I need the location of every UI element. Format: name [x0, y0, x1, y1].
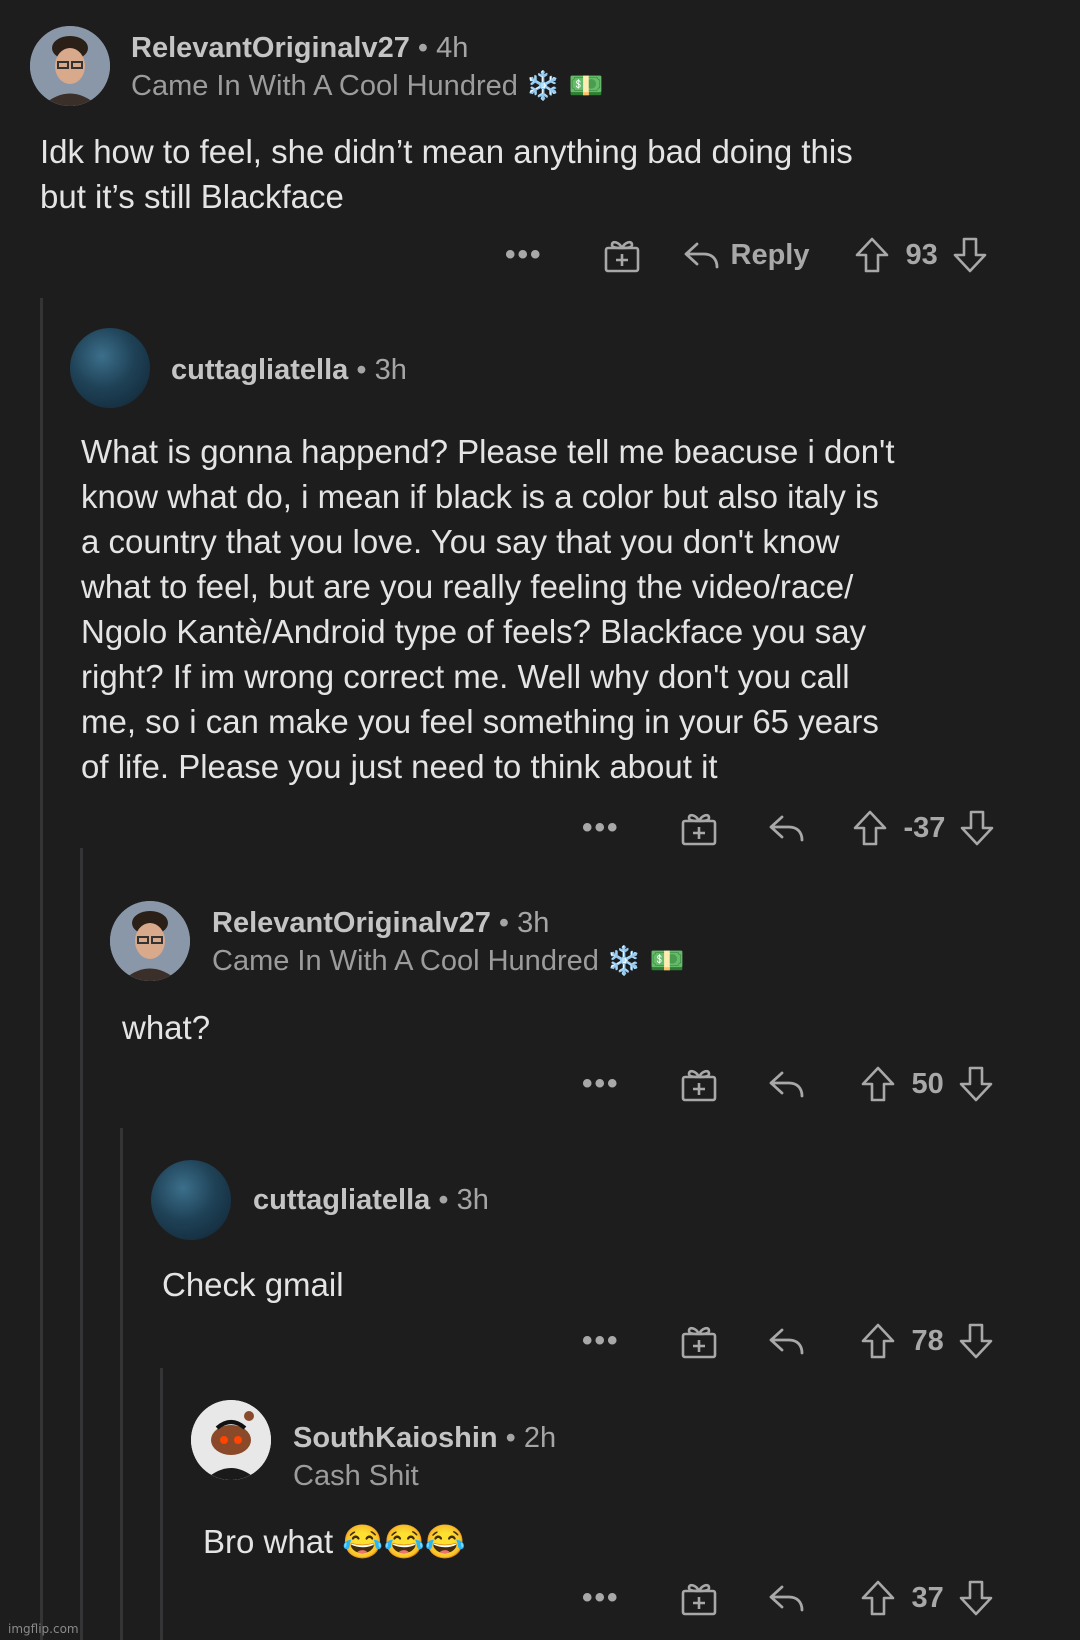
- username[interactable]: RelevantOriginalv27: [212, 907, 491, 939]
- award-icon: [681, 1069, 716, 1102]
- more-options-button[interactable]: •••: [582, 1324, 620, 1358]
- reply-button[interactable]: [768, 813, 806, 843]
- separator: •: [498, 907, 510, 939]
- comment-actions: ••• 37: [582, 1573, 994, 1623]
- comment-actions: ••• 50: [582, 1059, 994, 1109]
- more-options-button[interactable]: •••: [582, 1581, 620, 1615]
- reply-label: Reply: [730, 238, 810, 271]
- downvote-button[interactable]: [959, 809, 995, 847]
- reply-icon: [684, 242, 718, 269]
- vote-score: 37: [911, 1581, 944, 1614]
- username[interactable]: cuttagliatella: [253, 1184, 430, 1216]
- more-options-button[interactable]: •••: [582, 811, 620, 845]
- flair-text: Came In With A Cool Hundred: [212, 945, 599, 977]
- thread-line[interactable]: [40, 298, 43, 1640]
- thread-line[interactable]: [120, 1128, 123, 1640]
- award-icon: [681, 1326, 716, 1359]
- downvote-icon: [953, 237, 987, 273]
- upvote-button[interactable]: [854, 236, 890, 274]
- downvote-button[interactable]: [952, 236, 988, 274]
- upvote-button[interactable]: [852, 809, 888, 847]
- downvote-button[interactable]: [958, 1579, 994, 1617]
- comment-header: cuttagliatella • 3h: [253, 1184, 489, 1217]
- timestamp: 2h: [523, 1422, 557, 1454]
- reply-button[interactable]: [768, 1326, 806, 1356]
- comment-body: Check gmail: [162, 1266, 344, 1303]
- separator: •: [438, 1184, 449, 1216]
- user-flair: Cash Shit: [293, 1460, 419, 1493]
- separator: •: [505, 1422, 516, 1454]
- reply-icon: [769, 815, 803, 842]
- flair-text: Cash Shit: [293, 1460, 419, 1492]
- vote-score: 78: [911, 1324, 944, 1357]
- user-avatar[interactable]: [151, 1160, 231, 1240]
- user-avatar[interactable]: [30, 26, 110, 106]
- reply-button[interactable]: [768, 1069, 806, 1099]
- upvote-button[interactable]: [860, 1579, 896, 1617]
- award-button[interactable]: [603, 236, 641, 274]
- separator: •: [417, 32, 429, 64]
- flair-emojis: ❄️ 💵: [606, 945, 685, 976]
- upvote-icon: [861, 1323, 894, 1359]
- downvote-icon: [959, 1066, 993, 1102]
- comment-header: cuttagliatella • 3h: [171, 354, 407, 387]
- user-flair: Came In With A Cool Hundred ❄️ 💵: [212, 944, 684, 978]
- thread-line[interactable]: [80, 848, 83, 1640]
- timestamp: 3h: [456, 1184, 489, 1216]
- vote-score: -37: [903, 811, 946, 844]
- award-button[interactable]: [680, 809, 718, 847]
- timestamp: 3h: [517, 907, 550, 939]
- award-icon: [681, 1583, 716, 1616]
- upvote-icon: [853, 810, 886, 846]
- comment-actions: ••• -37: [582, 803, 995, 853]
- vote-score: 93: [905, 238, 938, 271]
- reply-button[interactable]: Reply: [683, 239, 810, 272]
- more-options-button[interactable]: •••: [505, 238, 543, 272]
- upvote-icon: [861, 1580, 894, 1616]
- upvote-button[interactable]: [860, 1322, 896, 1360]
- award-button[interactable]: [680, 1579, 718, 1617]
- comment-body: what?: [122, 1009, 211, 1046]
- user-flair: Came In With A Cool Hundred ❄️ 💵: [131, 69, 603, 103]
- comment-header: RelevantOriginalv27 • 3h: [212, 907, 549, 940]
- comment-body: Bro what 😂😂😂: [203, 1523, 466, 1560]
- comment-body: Idk how to feel, she didn’t mean anythin…: [40, 133, 853, 215]
- username[interactable]: SouthKaioshin: [293, 1422, 498, 1454]
- flair-text: Came In With A Cool Hundred: [131, 70, 518, 102]
- downvote-button[interactable]: [958, 1322, 994, 1360]
- reply-icon: [769, 1071, 803, 1098]
- upvote-button[interactable]: [860, 1065, 896, 1103]
- comment-actions: ••• Reply 93: [505, 230, 988, 280]
- separator: •: [356, 354, 367, 386]
- timestamp: 4h: [436, 32, 469, 64]
- user-avatar[interactable]: [191, 1400, 271, 1480]
- reply-icon: [769, 1328, 803, 1355]
- downvote-icon: [959, 1580, 993, 1616]
- timestamp: 3h: [374, 354, 407, 386]
- more-options-button[interactable]: •••: [582, 1067, 620, 1101]
- comment-body: What is gonna happend? Please tell me be…: [81, 433, 895, 785]
- award-icon: [681, 813, 716, 846]
- award-icon: [604, 240, 639, 273]
- watermark: imgflip.com: [8, 1622, 79, 1636]
- upvote-icon: [855, 237, 888, 273]
- reply-button[interactable]: [768, 1583, 806, 1613]
- comment-header: RelevantOriginalv27 • 4h: [131, 32, 468, 65]
- comment-header: SouthKaioshin • 2h: [293, 1422, 556, 1455]
- vote-score: 50: [911, 1067, 944, 1100]
- reply-icon: [769, 1585, 803, 1612]
- username[interactable]: cuttagliatella: [171, 354, 348, 386]
- upvote-icon: [861, 1066, 894, 1102]
- username[interactable]: RelevantOriginalv27: [131, 32, 410, 64]
- downvote-button[interactable]: [958, 1065, 994, 1103]
- thread-line[interactable]: [160, 1368, 163, 1640]
- award-button[interactable]: [680, 1065, 718, 1103]
- comment-actions: ••• 78: [582, 1316, 994, 1366]
- downvote-icon: [961, 810, 994, 846]
- user-avatar[interactable]: [110, 901, 190, 981]
- user-avatar[interactable]: [70, 328, 150, 408]
- flair-emojis: ❄️ 💵: [525, 70, 604, 101]
- downvote-icon: [959, 1323, 993, 1359]
- award-button[interactable]: [680, 1322, 718, 1360]
